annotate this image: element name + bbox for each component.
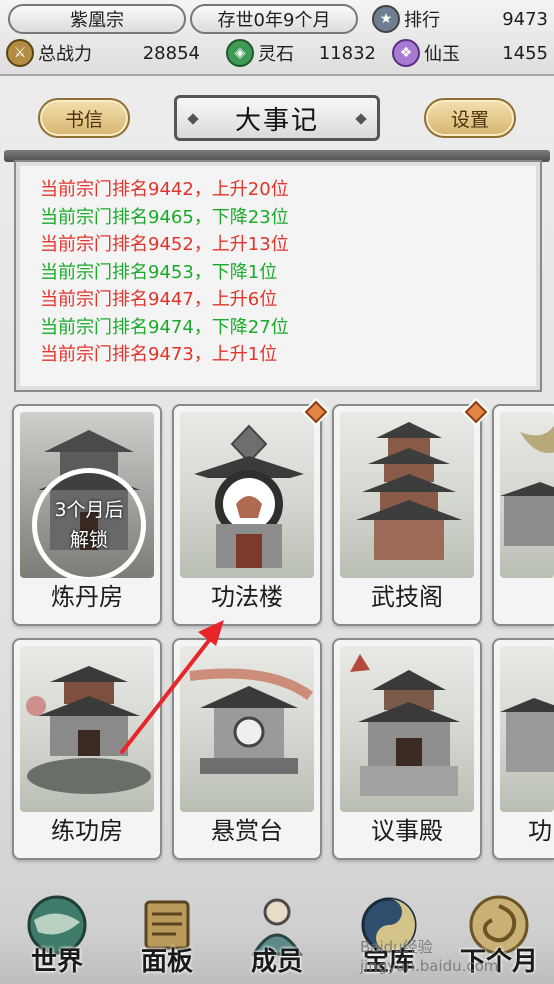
annotation-arrow — [120, 620, 224, 754]
nav-members[interactable]: 成员 — [222, 880, 332, 984]
nav-members-label: 成员 — [250, 947, 303, 977]
nav-panel[interactable]: 面板 — [112, 880, 222, 984]
nav-panel-label: 面板 — [140, 947, 193, 977]
watermark: Baidu经验 jingyan.baidu.com — [360, 938, 499, 975]
nav-world[interactable]: 世界 — [2, 880, 112, 984]
nav-world-label: 世界 — [30, 947, 83, 977]
